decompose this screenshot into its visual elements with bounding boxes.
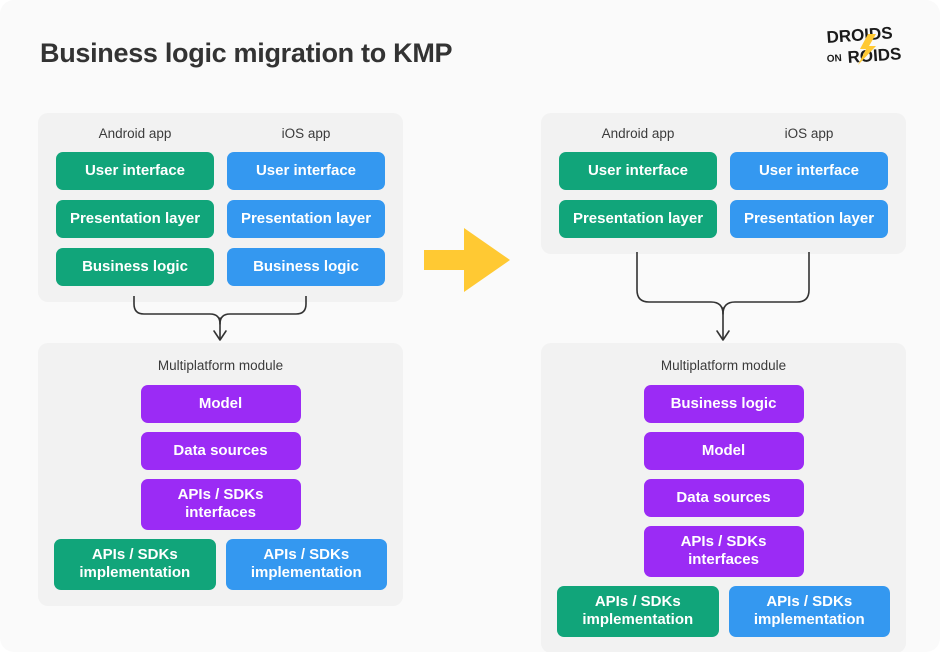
block-data-sources[interactable]: Data sources <box>643 478 804 517</box>
before-ios-column: iOS app User interface Presentation laye… <box>227 127 385 286</box>
after-android-column: Android app User interface Presentation … <box>559 127 717 238</box>
block-business-logic[interactable]: Business logic <box>227 247 385 286</box>
block-model[interactable]: Model <box>643 431 804 470</box>
before-brace-connector <box>38 295 403 346</box>
after-module-panel: Multiplatform module Business logic Mode… <box>541 343 906 652</box>
block-business-logic[interactable]: Business logic <box>56 247 214 286</box>
block-user-interface[interactable]: User interface <box>559 151 717 190</box>
block-apis-sdks-implementation-android[interactable]: APIs / SDKs implementation <box>557 585 719 637</box>
platform-label-ios: iOS app <box>281 126 331 141</box>
block-presentation-layer[interactable]: Presentation layer <box>730 199 888 238</box>
before-apps-panel: Android app User interface Presentation … <box>38 113 403 302</box>
block-apis-sdks-implementation-ios[interactable]: APIs / SDKs implementation <box>225 538 387 590</box>
platform-label-android: Android app <box>601 126 675 141</box>
block-presentation-layer[interactable]: Presentation layer <box>227 199 385 238</box>
block-business-logic[interactable]: Business logic <box>643 384 804 423</box>
block-user-interface[interactable]: User interface <box>730 151 888 190</box>
module-label: Multiplatform module <box>660 358 787 373</box>
block-user-interface[interactable]: User interface <box>56 151 214 190</box>
before-state: Android app User interface Presentation … <box>38 0 403 652</box>
block-apis-sdks-interfaces[interactable]: APIs / SDKs interfaces <box>643 525 804 577</box>
migration-arrow <box>424 224 510 296</box>
after-ios-column: iOS app User interface Presentation laye… <box>730 127 888 238</box>
block-apis-sdks-interfaces[interactable]: APIs / SDKs interfaces <box>140 478 301 530</box>
after-shared-stack: Business logic Model Data sources APIs /… <box>643 384 804 577</box>
after-state: Android app User interface Presentation … <box>541 0 906 652</box>
module-label: Multiplatform module <box>157 358 284 373</box>
before-android-column: Android app User interface Presentation … <box>56 127 214 286</box>
block-apis-sdks-implementation-ios[interactable]: APIs / SDKs implementation <box>728 585 890 637</box>
block-user-interface[interactable]: User interface <box>227 151 385 190</box>
after-apps-panel: Android app User interface Presentation … <box>541 113 906 254</box>
platform-label-android: Android app <box>98 126 172 141</box>
platform-label-ios: iOS app <box>784 126 834 141</box>
block-apis-sdks-implementation-android[interactable]: APIs / SDKs implementation <box>54 538 216 590</box>
before-impl-row: APIs / SDKs implementation APIs / SDKs i… <box>54 538 387 590</box>
block-model[interactable]: Model <box>140 384 301 423</box>
block-presentation-layer[interactable]: Presentation layer <box>559 199 717 238</box>
slide-canvas: Business logic migration to KMP DROIDS O… <box>0 0 940 652</box>
block-data-sources[interactable]: Data sources <box>140 431 301 470</box>
before-module-panel: Multiplatform module Model Data sources … <box>38 343 403 606</box>
after-impl-row: APIs / SDKs implementation APIs / SDKs i… <box>557 585 890 637</box>
block-presentation-layer[interactable]: Presentation layer <box>56 199 214 238</box>
after-brace-connector <box>541 251 906 346</box>
before-shared-stack: Model Data sources APIs / SDKs interface… <box>140 384 301 530</box>
